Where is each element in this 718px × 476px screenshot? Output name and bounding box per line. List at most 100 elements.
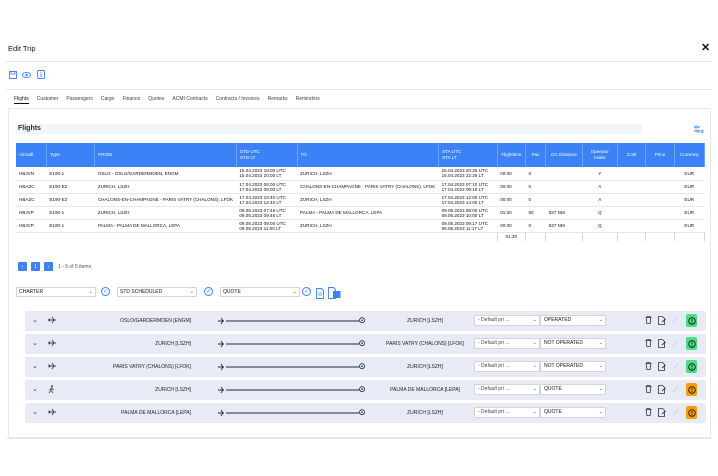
pricelist-select[interactable]: - Default pri ... ⌄ (474, 338, 540, 349)
column-header[interactable]: STD UTC STD LT (236, 143, 298, 167)
tab-finance[interactable]: Finance (122, 96, 140, 104)
pricelist-select[interactable]: - Default pri ... ⌄ (474, 361, 540, 372)
table-row[interactable]: HBAZC E190-E2 ZURICH, LSZH 17.04.2023 06:00… (16, 180, 705, 194)
table-summary-row: 01:20 (16, 231, 706, 241)
column-header[interactable]: TO (297, 143, 440, 167)
chevron-down-icon[interactable]: ⌄ (32, 339, 38, 347)
delete-icon[interactable] (645, 362, 652, 372)
column-header[interactable]: Flighttime (497, 143, 526, 167)
column-header[interactable]: Cost (617, 143, 647, 167)
status-badge[interactable] (686, 314, 697, 327)
table-cell: E190-E2 (46, 193, 95, 207)
column-header[interactable]: Type (46, 143, 96, 167)
table-row[interactable]: HBJVN E190-1 OSLO - OSLO/GARDERMOEN, ENGM 1… (16, 167, 705, 181)
divider (6, 438, 712, 439)
status-select[interactable]: QUOTE ⌄ (540, 384, 606, 395)
table-cell: HBAZC (16, 193, 47, 207)
std-select[interactable]: STD SCHEDULED ⌄ (117, 287, 197, 297)
table-cell: 00:00 (497, 167, 526, 181)
check-icon[interactable]: ✓ (302, 287, 311, 296)
disabled-icon (672, 408, 679, 418)
status-badge[interactable] (686, 337, 697, 350)
table-cell: 0 (525, 180, 546, 194)
quote-select-value: QUOTE (223, 289, 241, 295)
edit-document-icon[interactable] (658, 316, 666, 327)
edit-document-icon[interactable] (658, 408, 666, 419)
column-header[interactable]: GC Distance (545, 143, 583, 167)
summary-cell (616, 231, 647, 241)
table-cell (645, 219, 675, 233)
view-icon[interactable] (22, 70, 31, 79)
export-icon[interactable] (328, 286, 341, 304)
tab-acmi-contracts[interactable]: ACMI Contracts (172, 96, 207, 104)
tab-contracts-invoices[interactable]: Contracts / Invoices (216, 96, 260, 104)
filter-icon[interactable] (693, 121, 704, 139)
prev-page-button[interactable]: ‹ (18, 262, 27, 271)
status-badge[interactable] (686, 383, 697, 396)
column-header[interactable]: Price (645, 143, 675, 167)
close-button[interactable]: ✕ (701, 41, 710, 54)
pagination: ‹ 1 › 1 - 5 of 5 items (18, 262, 91, 271)
column-header[interactable]: Currency (674, 143, 706, 167)
status-badge[interactable] (686, 360, 697, 373)
edit-document-icon[interactable] (658, 362, 666, 373)
document-icon[interactable] (316, 286, 324, 304)
table-row[interactable]: HBJVP E190-1 PALMA - PALMA DE MALLORCA, LE… (16, 219, 705, 233)
tab-quotes[interactable]: Quotes (148, 96, 164, 104)
status-select[interactable]: NOT OPERATED ⌄ (540, 361, 606, 372)
summary-cell (95, 232, 237, 241)
delete-icon[interactable] (645, 408, 652, 418)
next-page-button[interactable]: › (44, 262, 53, 271)
check-icon[interactable]: ✓ (204, 287, 213, 296)
status-select[interactable]: QUOTE ⌄ (540, 407, 606, 418)
quote-select[interactable]: QUOTE ⌄ (220, 287, 300, 297)
status-select[interactable]: OPERATED ⌄ (540, 315, 606, 326)
tab-passengers[interactable]: Passengers (66, 96, 92, 104)
leg-row[interactable]: ⌄ PARIS VATRY (CHALONS) [LFOK] ZURICH [LSZ… (25, 357, 706, 377)
chevron-down-icon[interactable]: ⌄ (32, 316, 38, 324)
column-header[interactable]: Operator Index (582, 143, 618, 167)
column-header[interactable]: Aircraft (16, 143, 47, 167)
charter-select[interactable]: CHARTER ⌄ (16, 287, 96, 297)
column-header[interactable]: STA UTC STA LT (438, 143, 498, 167)
leg-row[interactable]: ⌄ ZURICH [LSZH] PARIS VATRY (CHALONS) [LFO… (25, 334, 706, 354)
table-cell: HBJVP (16, 219, 47, 233)
delete-icon[interactable] (645, 316, 652, 326)
chevron-down-icon: ⌄ (532, 363, 537, 369)
tab-remarks[interactable]: Remarks (268, 96, 288, 104)
tab-cargo[interactable]: Cargo (101, 96, 115, 104)
delete-icon[interactable] (645, 339, 652, 349)
pricelist-select[interactable]: - Default pri ... ⌄ (474, 315, 540, 326)
table-row[interactable]: HBJVP E190-1 ZURICH, LSZH 09.05.2023 07:46 … (16, 206, 705, 220)
pricelist-select[interactable]: - Default pri ... ⌄ (474, 407, 540, 418)
info-icon[interactable] (36, 70, 45, 79)
edit-document-icon[interactable] (658, 385, 666, 396)
tab-customer[interactable]: Customer (37, 96, 59, 104)
leg-row[interactable]: ⌄ ZURICH [LSZH] PALMA DE MALLORCA [LEPA] - … (25, 380, 706, 400)
table-cell: 17.04.2023 07:10 UTC 17.04.2023 09:10 LT (438, 180, 498, 194)
summary-cell (297, 232, 439, 241)
chevron-down-icon[interactable]: ⌄ (32, 385, 38, 393)
check-icon[interactable]: ✓ (101, 287, 110, 296)
leg-row[interactable]: ⌄ OSLO/GARDERMOEN [ENGM] ZURICH [LSZH] - De… (25, 311, 706, 331)
tab-reminders[interactable]: Reminders (296, 96, 320, 104)
column-header[interactable]: FROM (94, 143, 237, 167)
edit-document-icon[interactable] (658, 339, 666, 350)
chevron-down-icon[interactable]: ⌄ (32, 362, 38, 370)
status-badge[interactable] (686, 406, 697, 419)
delete-icon[interactable] (645, 385, 652, 395)
leg-to: PARIS VATRY (CHALONS) [LFOK] (386, 341, 464, 347)
chevron-down-icon: ⌄ (292, 289, 297, 295)
table-cell: 537 NM (545, 206, 583, 220)
chevron-down-icon[interactable]: ⌄ (32, 408, 38, 416)
status-select[interactable]: NOT OPERATED ⌄ (540, 338, 606, 349)
tab-flights[interactable]: Flights (14, 96, 29, 104)
table-row[interactable]: HBAZC E190-E2 CHALONS-EN-CHAMPAGNE - PARIS… (16, 193, 705, 207)
leg-row[interactable]: ⌄ PALMA DE MALLORCA [LEPA] ZURICH [LSZH] - … (25, 403, 706, 423)
table-cell: 09.05.2023 08:00 UTC 09.05.2023 10:00 LT (438, 206, 498, 220)
pricelist-select[interactable]: - Default pri ... ⌄ (474, 384, 540, 395)
column-header[interactable]: Pax (525, 143, 547, 167)
page-number-button[interactable]: 1 (31, 262, 40, 271)
chevron-down-icon: ⌄ (532, 409, 537, 415)
save-icon[interactable] (8, 70, 17, 79)
